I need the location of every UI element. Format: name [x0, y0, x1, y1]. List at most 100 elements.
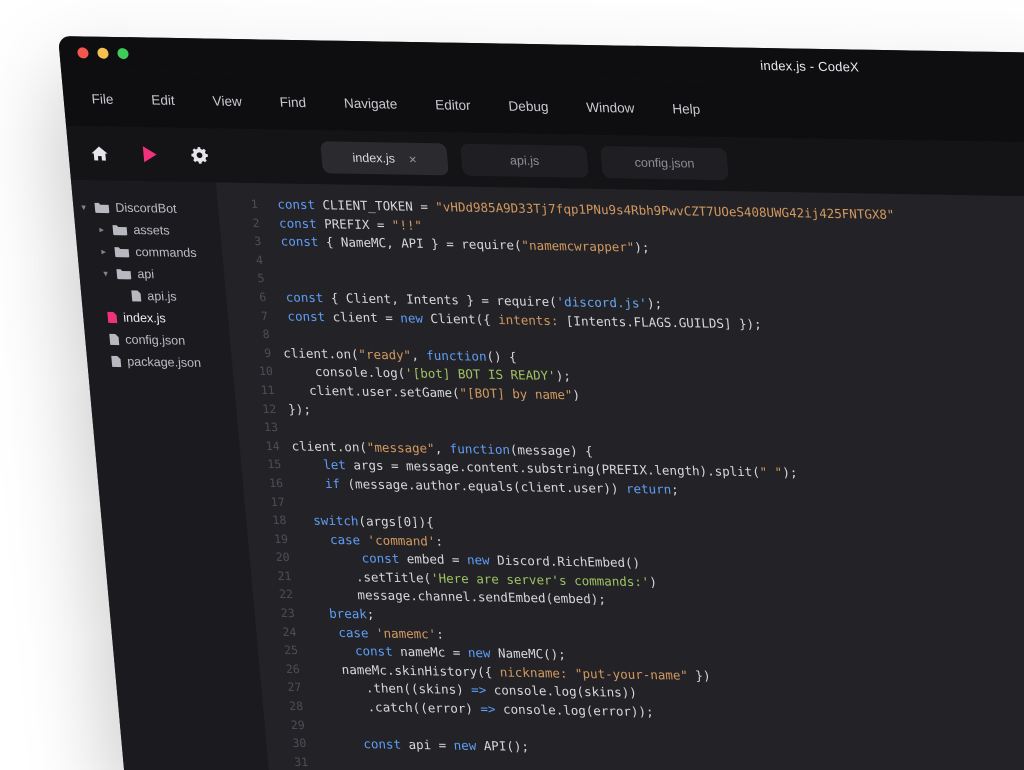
menu-item-file[interactable]: File: [91, 91, 114, 106]
tree-item-commands[interactable]: ▸commands: [76, 240, 223, 264]
line-number: 31: [267, 752, 309, 770]
code-token: case: [338, 625, 377, 641]
tree-item-api[interactable]: ▾api: [78, 262, 225, 286]
home-button[interactable]: [88, 142, 112, 164]
file-icon: [111, 355, 122, 367]
line-number: 25: [257, 641, 299, 660]
code-token: console.log(skins)): [486, 683, 638, 701]
code-token: new: [467, 645, 498, 661]
tree-item-index-js[interactable]: index.js: [82, 306, 229, 330]
code-text: case 'namemc':: [296, 623, 445, 644]
line-number: 23: [254, 604, 296, 623]
file-icon: [131, 290, 142, 302]
line-number: 6: [225, 287, 267, 306]
tab-label: config.json: [634, 156, 695, 171]
menu-item-help[interactable]: Help: [672, 101, 701, 116]
tree-item-api-js[interactable]: api.js: [80, 284, 227, 308]
code-token: 'discord.js': [556, 294, 648, 311]
line-number: 2: [219, 213, 261, 232]
code-token: function: [426, 348, 488, 364]
line-number: 17: [244, 492, 286, 511]
code-token: client.on(: [283, 345, 360, 361]
chevron-right-icon: ▸: [99, 224, 113, 235]
menu-item-navigate[interactable]: Navigate: [343, 95, 398, 111]
code-token: case: [329, 532, 368, 548]
tab-api-js[interactable]: api.js: [460, 144, 589, 178]
code-token: return: [625, 481, 672, 497]
page-background: index.js - CodeX FileEditViewFindNavigat…: [0, 0, 1024, 770]
code-token: const: [361, 551, 408, 567]
line-number: 27: [261, 678, 303, 697]
code-token: (args[0]){: [358, 513, 435, 529]
menu-item-debug[interactable]: Debug: [508, 98, 549, 114]
tab-index-js[interactable]: index.js×: [320, 141, 449, 175]
code-token: "ready": [358, 346, 412, 362]
line-number: 20: [249, 548, 291, 567]
code-token: 'Here are server's commands:': [430, 570, 650, 589]
tree-item-package-json[interactable]: package.json: [86, 350, 233, 374]
code-token: const: [354, 643, 401, 659]
code-token: intents:: [497, 312, 559, 328]
code-token: '[bot] BOT IS READY': [405, 366, 557, 384]
folder-icon: [94, 201, 110, 213]
run-button[interactable]: [138, 143, 162, 165]
code-token: :: [435, 533, 444, 548]
toolbar-icons: [68, 142, 235, 167]
chevron-down-icon: ▾: [103, 268, 117, 279]
gear-icon: [190, 146, 210, 164]
home-icon: [90, 145, 109, 161]
code-editor[interactable]: 1const CLIENT_TOKEN = "vHDd985A9D33Tj7fq…: [216, 182, 1024, 770]
code-token: 'command': [367, 532, 436, 548]
code-token: console.log(: [314, 364, 406, 381]
tree-item-label: assets: [133, 223, 170, 238]
code-token: =>: [470, 682, 486, 697]
menu-item-find[interactable]: Find: [279, 94, 307, 109]
file-tree: ▾DiscordBot ▸ assets ▸commands▾apiapi.jsind…: [72, 196, 233, 374]
code-token: const: [285, 289, 332, 305]
code-text: [277, 418, 291, 437]
menu-item-edit[interactable]: Edit: [151, 92, 176, 107]
code-token: const: [278, 215, 325, 231]
line-number: 11: [234, 380, 276, 399]
chevron-right-icon: ▸: [101, 246, 115, 257]
tree-item-assets[interactable]: ▸ assets: [74, 218, 221, 242]
code-token: .then((skins): [365, 681, 472, 698]
code-text: [262, 251, 276, 270]
line-number: 26: [259, 659, 301, 678]
tree-item-config-json[interactable]: config.json: [84, 328, 231, 352]
code-token: const: [363, 736, 410, 752]
menu-item-view[interactable]: View: [212, 93, 242, 108]
code-token: NameMC();: [497, 646, 566, 662]
chevron-down-icon: ▾: [81, 202, 95, 213]
code-token: "[BOT] by name": [459, 385, 573, 402]
folder-icon: [112, 224, 128, 236]
app-window: index.js - CodeX FileEditViewFindNavigat…: [58, 36, 1024, 770]
code-token: console.log(error));: [495, 701, 654, 719]
code-token: api =: [408, 737, 455, 753]
tree-item-label: config.json: [125, 333, 186, 348]
code-token: ,: [434, 440, 450, 455]
close-icon[interactable]: ×: [408, 151, 417, 166]
tab-config-json[interactable]: config.json: [600, 146, 729, 180]
code-token: new: [453, 738, 484, 754]
code-token: [Intents.FLAGS.GUILDS] });: [558, 313, 763, 331]
menu-item-editor[interactable]: Editor: [435, 97, 472, 113]
code-token: "put-your-name": [574, 666, 688, 683]
menu-item-window[interactable]: Window: [586, 99, 635, 115]
code-token: ): [649, 574, 658, 589]
code-token: );: [555, 368, 571, 383]
code-token: .catch((error): [367, 699, 481, 716]
code-token: .setTitle(: [355, 569, 432, 585]
code-token: Client({: [430, 310, 499, 326]
code-token: const: [280, 234, 327, 250]
file-icon: [107, 311, 118, 323]
line-number: 9: [230, 343, 272, 362]
settings-button[interactable]: [188, 144, 212, 166]
code-token: client.user.setGame(: [308, 383, 460, 401]
line-number: 30: [266, 734, 308, 753]
code-token: Discord.RichEmbed(): [496, 553, 640, 570]
code-text: [269, 325, 283, 344]
tree-item-discordbot[interactable]: ▾DiscordBot: [72, 196, 219, 220]
code-token: switch: [313, 513, 360, 529]
line-number: 14: [239, 436, 281, 455]
